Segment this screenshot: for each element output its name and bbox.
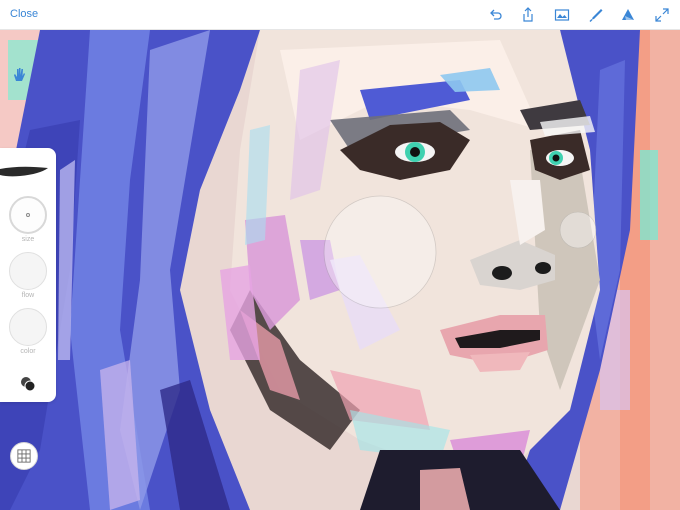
color-label: color [20,348,36,355]
grid-icon [17,449,31,463]
image-icon[interactable] [552,5,572,25]
top-toolbar: Close [0,0,680,30]
close-button[interactable]: Close [10,8,38,20]
drawing-canvas[interactable] [0,30,680,510]
flow-knob[interactable] [9,252,47,290]
expand-icon[interactable] [652,5,672,25]
undo-icon[interactable] [486,5,506,25]
brush-icon[interactable] [586,5,606,25]
size-knob[interactable] [9,196,47,234]
color-knob[interactable] [9,308,47,346]
touch-mode-icon[interactable] [10,66,28,84]
layers-icon[interactable] [618,5,638,25]
brush-settings-panel: size flow color [0,148,56,402]
flow-label: flow [21,292,35,299]
brush-preview-icon[interactable] [0,162,50,180]
grid-button[interactable] [10,442,38,470]
portrait-painting [0,30,680,510]
share-icon[interactable] [518,5,538,25]
blend-icon[interactable] [19,375,37,393]
size-label: size [21,236,35,243]
